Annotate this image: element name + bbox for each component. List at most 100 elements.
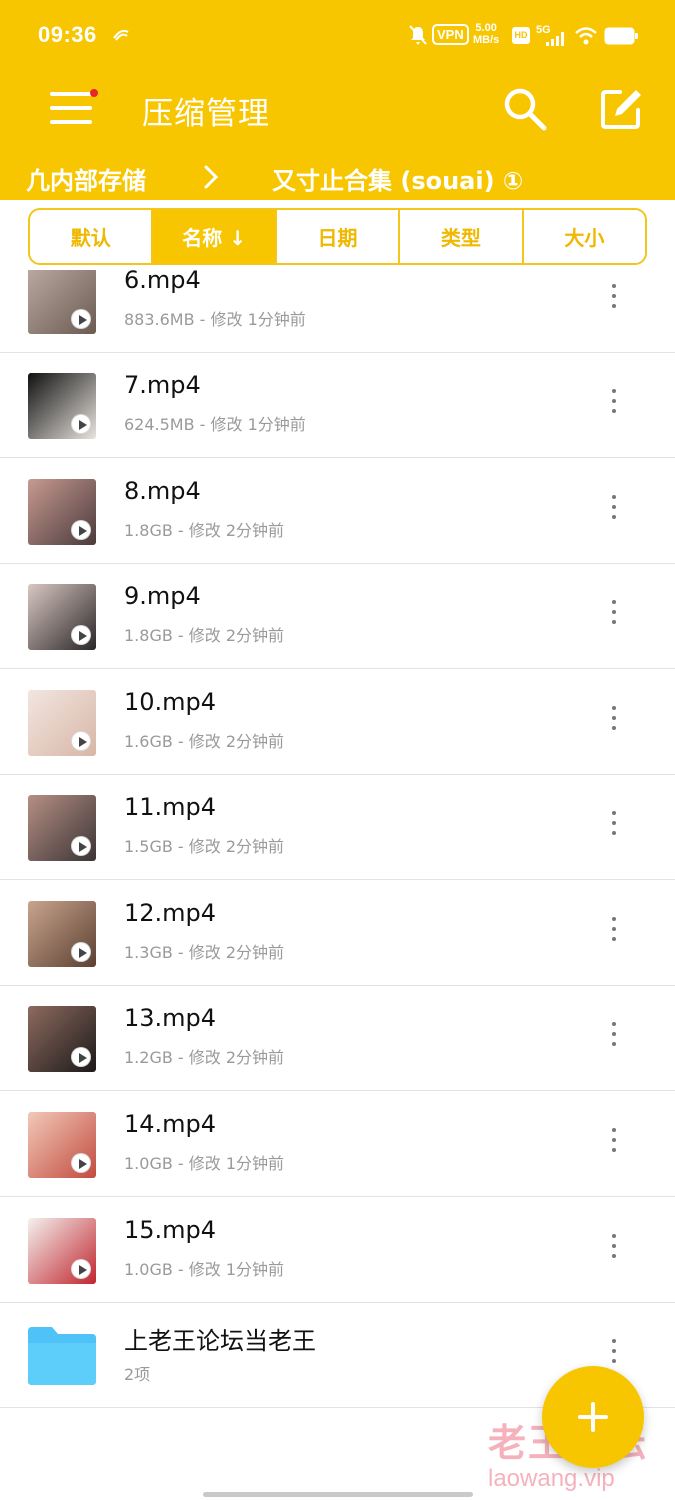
sort-tab-label: 日期 <box>317 226 358 250</box>
play-icon <box>71 1259 91 1279</box>
menu-line <box>50 106 92 110</box>
more-options-icon[interactable] <box>604 809 624 839</box>
more-options-icon[interactable] <box>604 387 624 417</box>
file-meta: 1.6GB - 修改 2分钟前 <box>124 732 285 751</box>
menu-line <box>50 92 92 96</box>
sort-tab-default[interactable]: 默认 <box>30 210 154 263</box>
file-meta: 1.2GB - 修改 2分钟前 <box>124 1048 285 1067</box>
sort-tab-size[interactable]: 大小 <box>524 210 645 263</box>
file-meta: 883.6MB - 修改 1分钟前 <box>124 310 306 329</box>
video-thumbnail <box>28 795 96 861</box>
hd-badge: HD <box>512 27 530 44</box>
file-row[interactable]: 10.mp4 1.6GB - 修改 2分钟前 <box>0 670 675 775</box>
file-name: 10.mp4 <box>124 688 217 716</box>
sort-tab-date[interactable]: 日期 <box>277 210 401 263</box>
file-row[interactable]: 7.mp4 624.5MB - 修改 1分钟前 <box>0 353 675 458</box>
speed-value: 5.00 <box>475 22 497 34</box>
more-options-icon[interactable] <box>604 915 624 945</box>
sort-bar: 默认 名称 ↓ 日期 类型 大小 <box>28 208 647 265</box>
file-meta: 1.8GB - 修改 2分钟前 <box>124 626 285 645</box>
file-row[interactable]: 9.mp4 1.8GB - 修改 2分钟前 <box>0 564 675 669</box>
video-thumbnail <box>28 1218 96 1284</box>
play-icon <box>71 520 91 540</box>
watermark-url: laowang.vip <box>488 1465 615 1492</box>
edit-icon[interactable] <box>596 84 646 134</box>
home-indicator[interactable] <box>203 1492 473 1497</box>
file-name: 15.mp4 <box>124 1216 217 1244</box>
top-app-bar: 09:36 VPN 5.00 MB/s HD 5G 压缩管理 凢内部存储 又寸止… <box>0 0 675 200</box>
more-options-icon[interactable] <box>604 704 624 734</box>
folder-meta: 2项 <box>124 1365 151 1384</box>
file-row[interactable]: 15.mp4 1.0GB - 修改 1分钟前 <box>0 1198 675 1303</box>
file-meta: 1.0GB - 修改 1分钟前 <box>124 1154 285 1173</box>
video-thumbnail <box>28 584 96 650</box>
play-icon <box>71 1153 91 1173</box>
app-bar: 压缩管理 <box>0 70 675 150</box>
more-options-icon[interactable] <box>604 1232 624 1262</box>
file-name: 14.mp4 <box>124 1110 217 1138</box>
file-name: 12.mp4 <box>124 899 217 927</box>
breadcrumb: 凢内部存储 又寸止合集 (souai) ① <box>0 158 675 198</box>
breadcrumb-current[interactable]: 又寸止合集 (souai) ① <box>272 161 523 196</box>
sort-tab-name[interactable]: 名称 ↓ <box>153 210 277 263</box>
folder-icon <box>28 1327 96 1385</box>
chevron-right-icon <box>204 165 219 189</box>
file-row[interactable]: 8.mp4 1.8GB - 修改 2分钟前 <box>0 459 675 564</box>
more-options-icon[interactable] <box>604 1020 624 1050</box>
nfc-icon <box>113 29 129 41</box>
menu-line <box>50 120 92 124</box>
play-icon <box>71 731 91 751</box>
play-icon <box>71 625 91 645</box>
page-title: 压缩管理 <box>142 96 270 132</box>
file-meta: 1.5GB - 修改 2分钟前 <box>124 837 285 856</box>
file-name: 11.mp4 <box>124 793 217 821</box>
file-meta: 1.0GB - 修改 1分钟前 <box>124 1260 285 1279</box>
menu-button[interactable] <box>46 86 98 130</box>
video-thumbnail <box>28 270 96 334</box>
file-row[interactable]: 14.mp4 1.0GB - 修改 1分钟前 <box>0 1092 675 1197</box>
sort-tab-label: 大小 <box>564 226 605 250</box>
play-icon <box>71 414 91 434</box>
search-icon[interactable] <box>500 84 550 134</box>
more-options-icon[interactable] <box>604 1126 624 1156</box>
mute-icon <box>409 25 427 45</box>
more-options-icon[interactable] <box>604 1337 624 1367</box>
video-thumbnail <box>28 1006 96 1072</box>
notification-dot <box>90 89 98 97</box>
sort-tab-label: 名称 ↓ <box>182 226 246 250</box>
sort-tab-label: 类型 <box>440 226 481 250</box>
folder-name: 上老王论坛当老王 <box>124 1327 316 1355</box>
breadcrumb-root[interactable]: 凢内部存储 <box>26 161 146 196</box>
file-name: 6.mp4 <box>124 270 201 294</box>
sort-tab-type[interactable]: 类型 <box>400 210 524 263</box>
file-name: 7.mp4 <box>124 371 201 399</box>
file-meta: 624.5MB - 修改 1分钟前 <box>124 415 306 434</box>
more-options-icon[interactable] <box>604 493 624 523</box>
file-name: 13.mp4 <box>124 1004 217 1032</box>
battery-icon <box>604 27 638 45</box>
add-button[interactable] <box>542 1366 644 1468</box>
video-thumbnail <box>28 373 96 439</box>
video-thumbnail <box>28 690 96 756</box>
more-options-icon[interactable] <box>604 598 624 628</box>
network-speed: 5.00 MB/s <box>473 22 499 46</box>
video-thumbnail <box>28 901 96 967</box>
wifi-icon <box>575 27 597 45</box>
signal-icon <box>546 32 564 46</box>
file-name: 8.mp4 <box>124 477 201 505</box>
play-icon <box>71 309 91 329</box>
play-icon <box>71 942 91 962</box>
vpn-badge: VPN <box>432 24 469 45</box>
play-icon <box>71 1047 91 1067</box>
file-meta: 1.8GB - 修改 2分钟前 <box>124 521 285 540</box>
file-row[interactable]: 6.mp4 883.6MB - 修改 1分钟前 <box>0 270 675 353</box>
file-row[interactable]: 12.mp4 1.3GB - 修改 2分钟前 <box>0 881 675 986</box>
file-row[interactable]: 11.mp4 1.5GB - 修改 2分钟前 <box>0 775 675 880</box>
status-bar: 09:36 VPN 5.00 MB/s HD 5G <box>0 0 675 70</box>
more-options-icon[interactable] <box>604 282 624 312</box>
video-thumbnail <box>28 479 96 545</box>
file-name: 9.mp4 <box>124 582 201 610</box>
file-row[interactable]: 13.mp4 1.2GB - 修改 2分钟前 <box>0 986 675 1091</box>
video-thumbnail <box>28 1112 96 1178</box>
sort-tab-label: 默认 <box>70 226 111 250</box>
